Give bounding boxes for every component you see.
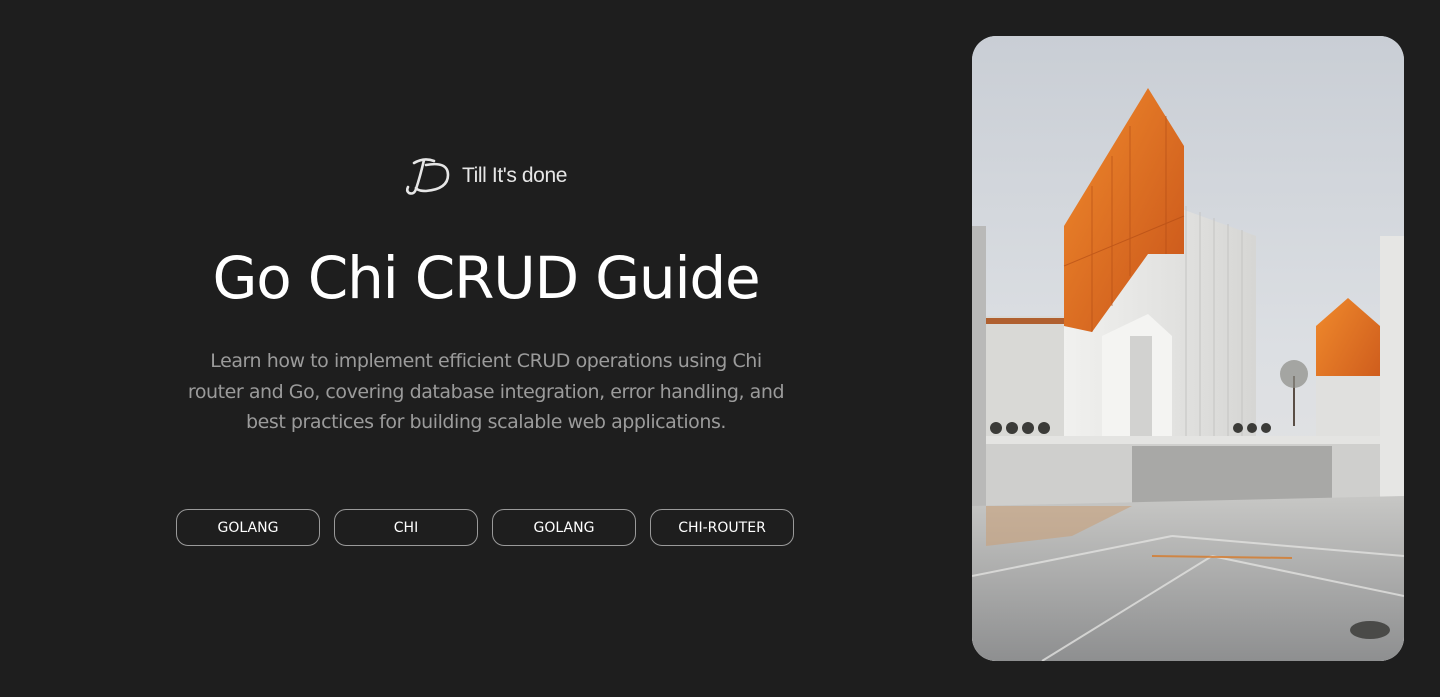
td-monogram-icon	[405, 158, 450, 195]
tag-chi[interactable]: CHI	[334, 509, 478, 546]
page-title: Go Chi CRUD Guide	[212, 244, 761, 312]
brand-name: Till It's done	[462, 164, 568, 187]
hero-image	[972, 36, 1404, 661]
page: Till It's done Go Chi CRUD Guide Learn h…	[0, 0, 1440, 697]
tag-golang[interactable]: GOLANG	[492, 509, 636, 546]
article-description: Learn how to implement efficient CRUD op…	[187, 350, 785, 433]
tag-golang[interactable]: GOLANG	[176, 509, 320, 546]
tag-list: GOLANG CHI GOLANG CHI-ROUTER	[176, 509, 794, 546]
tag-chi-router[interactable]: CHI-ROUTER	[650, 509, 794, 546]
brand[interactable]: Till It's done	[404, 155, 567, 197]
architecture-illustration	[972, 36, 1404, 661]
hero-text-section: Till It's done Go Chi CRUD Guide Learn h…	[0, 0, 972, 697]
